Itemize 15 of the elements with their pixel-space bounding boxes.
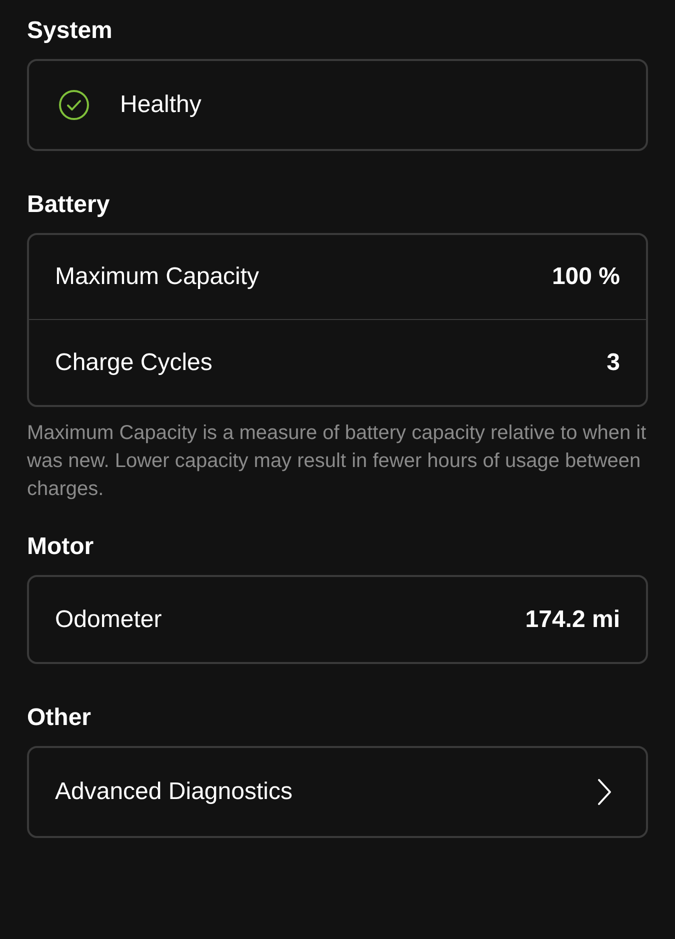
section-heading: Battery <box>27 190 111 220</box>
row-value: 100 % <box>552 262 620 292</box>
row-value: 3 <box>606 348 620 378</box>
row-label: Maximum Capacity <box>55 262 260 292</box>
row-value: 174.2 mi <box>525 604 620 634</box>
section-heading: Other <box>27 703 92 733</box>
help-text: Maximum Capacity is a measure of battery capacity relative to when it was new. Lower capacity may result in fewer hours of usage between charges. <box>27 421 648 502</box>
advanced-diagnostics-link[interactable]: Advanced Diagnostics <box>29 748 646 836</box>
row-label: Odometer <box>55 604 162 634</box>
check-circle-icon <box>58 89 90 121</box>
status-label: Healthy <box>120 90 202 120</box>
row-label: Charge Cycles <box>55 348 212 378</box>
section-heading: System <box>27 16 114 46</box>
section-heading: Motor <box>27 532 95 562</box>
chevron-right-icon <box>596 778 612 806</box>
